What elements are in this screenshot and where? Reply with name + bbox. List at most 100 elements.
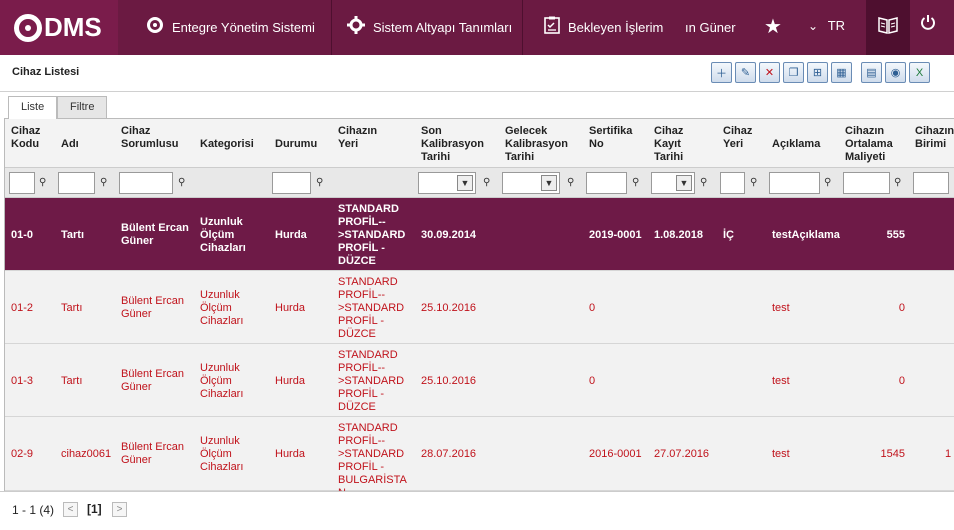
- filter-icon[interactable]: ⚲: [824, 177, 831, 188]
- cell-kod: 01-0: [11, 229, 34, 241]
- filter-input-durum[interactable]: [272, 172, 311, 194]
- filter-icon[interactable]: ⚲: [39, 177, 46, 188]
- cell-sertifika: 2019-0001: [589, 229, 642, 241]
- filter-icon[interactable]: ⚲: [632, 177, 639, 188]
- current-page[interactable]: [1]: [87, 502, 102, 516]
- cell-yer: STANDARD PROFİL-->STANDARD PROFİL - DÜZC…: [338, 203, 406, 267]
- column-header[interactable]: Adı: [61, 138, 79, 151]
- copy-record-icon[interactable]: ❐: [783, 62, 804, 83]
- dms-logo[interactable]: DMS: [14, 12, 102, 43]
- column-header[interactable]: Cihaz Kayıt Tarihi: [654, 125, 699, 164]
- column-header[interactable]: Cihazın Yeri: [338, 125, 398, 151]
- cell-adi: cihaz0061: [61, 448, 112, 460]
- table-row[interactable]: 01-2 Tartı Bülent Ercan Güner Uzunluk Öl…: [5, 271, 954, 344]
- menu-label: Bekleyen İşlerim: [568, 20, 664, 35]
- cell-maliyet: 0: [898, 302, 905, 314]
- filter-select-gelecek-kal[interactable]: ▼: [502, 172, 560, 194]
- cell-kod: 02-9: [11, 448, 34, 460]
- filter-icon[interactable]: ⚲: [700, 177, 707, 188]
- cell-birim: 1: [945, 448, 952, 460]
- column-header[interactable]: Cihaz Kodu: [11, 125, 51, 151]
- menu-bekleyen-islerim[interactable]: Bekleyen İşlerim: [544, 0, 663, 55]
- user-guide-button[interactable]: [866, 0, 910, 55]
- tab-filtre[interactable]: Filtre: [57, 96, 108, 118]
- cell-maliyet: 555: [886, 229, 905, 241]
- column-header[interactable]: Durumu: [275, 138, 317, 151]
- prev-page-button[interactable]: <: [63, 502, 78, 517]
- edit-record-icon[interactable]: ✎: [735, 62, 756, 83]
- filter-input-adi[interactable]: [58, 172, 95, 194]
- filter-icon[interactable]: ⚲: [178, 177, 185, 188]
- menu-sistem-altyapi-tanimlari[interactable]: Sistem Altyapı Tanımları: [347, 0, 512, 55]
- grid-settings-icon[interactable]: ▦: [831, 62, 852, 83]
- column-header[interactable]: Cihaz Yeri: [723, 125, 758, 151]
- column-header[interactable]: Kategorisi: [200, 138, 254, 151]
- cell-aciklama: test: [772, 375, 790, 387]
- cell-durum: Hurda: [275, 229, 307, 241]
- cell-sertifika: 0: [589, 375, 596, 387]
- filter-icon[interactable]: ⚲: [483, 177, 490, 188]
- tab-liste[interactable]: Liste: [8, 96, 58, 119]
- next-page-button[interactable]: >: [112, 502, 127, 517]
- menu-entegre-yonetim-sistemi[interactable]: Entegre Yönetim Sistemi: [146, 0, 315, 55]
- power-icon[interactable]: [920, 14, 936, 35]
- cell-kod: 01-3: [11, 375, 34, 387]
- filter-icon[interactable]: ⚲: [750, 177, 757, 188]
- column-header[interactable]: Cihazın Birimi: [915, 125, 954, 151]
- filter-icon[interactable]: ⚲: [567, 177, 574, 188]
- filter-row: ⚲ ⚲ ⚲ ⚲ ▼ ⚲ ▼ ⚲ ⚲ ▼ ⚲ ⚲ ⚲ ⚲: [5, 168, 954, 198]
- column-header[interactable]: Cihaz Sorumlusu: [121, 125, 191, 151]
- grid-header: Cihaz Kodu Adı Cihaz Sorumlusu Kategoris…: [5, 119, 954, 168]
- language-selector[interactable]: ⌄ TR: [808, 18, 845, 33]
- column-header[interactable]: Cihazın Ortalama Maliyeti: [845, 125, 905, 164]
- device-list-grid: Cihaz Kodu Adı Cihaz Sorumlusu Kategoris…: [4, 119, 954, 491]
- chevron-down-icon: ▼: [676, 175, 692, 191]
- menu-label: Entegre Yönetim Sistemi: [172, 20, 315, 35]
- delete-record-icon[interactable]: ✕: [759, 62, 780, 83]
- filter-select-son-kal[interactable]: ▼: [418, 172, 476, 194]
- filter-icon[interactable]: ⚲: [100, 177, 107, 188]
- cell-maliyet: 0: [898, 375, 905, 387]
- cell-kategori: Uzunluk Ölçüm Cihazları: [200, 362, 244, 400]
- filter-input-sertifika[interactable]: [586, 172, 627, 194]
- filter-icon[interactable]: ⚲: [894, 177, 901, 188]
- cell-maliyet: 1545: [880, 448, 905, 460]
- filter-input-maliyet[interactable]: [843, 172, 890, 194]
- user-name[interactable]: ın Güner: [685, 0, 736, 55]
- chevron-down-icon: ▼: [457, 175, 473, 191]
- column-header[interactable]: Gelecek Kalibrasyon Tarihi: [505, 125, 575, 164]
- new-record-icon[interactable]: ＋: [711, 62, 732, 83]
- logo-area[interactable]: DMS: [0, 0, 118, 55]
- filter-input-kod[interactable]: [9, 172, 35, 194]
- cell-sertifika: 2016-0001: [589, 448, 642, 460]
- clipboard-icon: [544, 16, 560, 39]
- filter-input-sorumlu[interactable]: [119, 172, 173, 194]
- cell-aciklama: test: [772, 302, 790, 314]
- table-row[interactable]: 02-9 cihaz0061 Bülent Ercan Güner Uzunlu…: [5, 417, 954, 491]
- search-binoculars-icon[interactable]: ◉: [885, 62, 906, 83]
- filter-icon[interactable]: ⚲: [316, 177, 323, 188]
- tree-view-icon[interactable]: ⊞: [807, 62, 828, 83]
- cell-son-kal: 28.07.2016: [421, 448, 477, 460]
- excel-export-icon[interactable]: X: [909, 62, 930, 83]
- user-name-label: ın Güner: [685, 20, 736, 35]
- favorites-star-icon[interactable]: ★: [764, 14, 782, 39]
- logo-text: DMS: [44, 12, 102, 42]
- filter-input-birim[interactable]: [913, 172, 949, 194]
- grid-toolbar: ＋ ✎ ✕ ❐ ⊞ ▦ ▤ ◉ X: [711, 62, 930, 83]
- column-header[interactable]: Açıklama: [772, 138, 820, 151]
- column-header[interactable]: Sertifika No: [589, 125, 644, 151]
- filter-input-aciklama[interactable]: [769, 172, 820, 194]
- cell-adi: Tartı: [61, 302, 83, 314]
- filter-select-kayit[interactable]: ▼: [651, 172, 695, 194]
- cell-son-kal: 30.09.2014: [421, 229, 477, 241]
- table-row[interactable]: 01-3 Tartı Bülent Ercan Güner Uzunluk Öl…: [5, 344, 954, 417]
- calendar-icon[interactable]: ▤: [861, 62, 882, 83]
- cell-sertifika: 0: [589, 302, 596, 314]
- cell-son-kal: 25.10.2016: [421, 375, 477, 387]
- table-row-selected[interactable]: 01-0 Tartı Bülent Ercan Güner Uzunluk Öl…: [5, 198, 954, 271]
- q-logo-icon: [14, 13, 42, 42]
- filter-input-cihaz-yeri[interactable]: [720, 172, 745, 194]
- column-header[interactable]: Son Kalibrasyon Tarihi: [421, 125, 491, 164]
- cell-durum: Hurda: [275, 375, 305, 387]
